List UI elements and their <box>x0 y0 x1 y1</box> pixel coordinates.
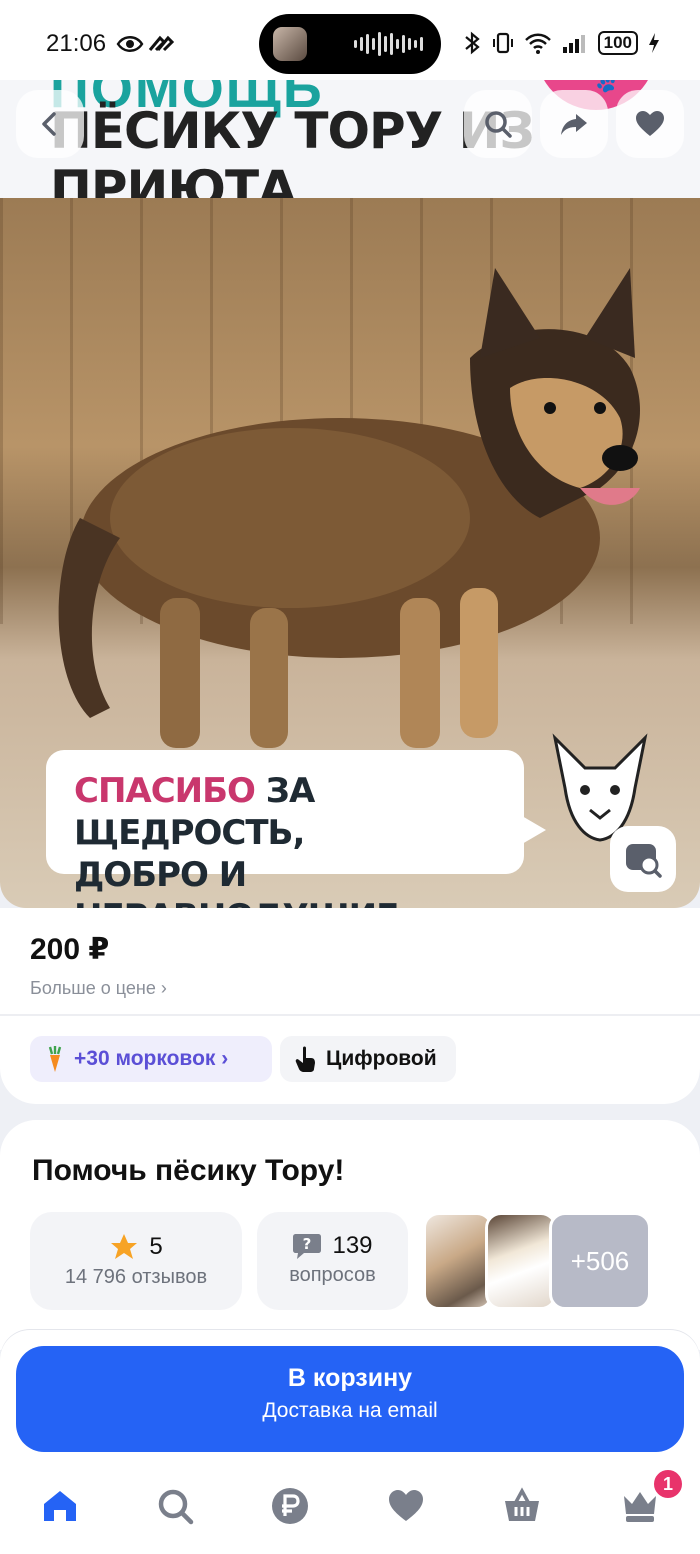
charging-icon <box>649 33 659 53</box>
price-value: 200 ₽ <box>30 933 110 966</box>
touch-icon <box>295 1046 315 1072</box>
review-photo-thumb[interactable] <box>423 1212 493 1310</box>
status-left-icons <box>116 32 176 62</box>
digital-chip[interactable]: Цифровой <box>280 1036 456 1082</box>
signal-icon <box>562 35 585 53</box>
search-button[interactable] <box>464 90 532 158</box>
carrot-icon <box>48 1046 62 1072</box>
bottom-nav: 1 <box>0 1460 700 1554</box>
eye-icon <box>116 35 175 52</box>
digital-label: Цифровой <box>326 1047 437 1070</box>
nav-search[interactable] <box>153 1484 197 1528</box>
heart-icon <box>389 1490 423 1521</box>
product-photo[interactable]: СПАСИБО ЗА ЩЕДРОСТЬ, ДОБРО И НЕРАВНОДУШИ… <box>0 198 700 908</box>
delivery-label: Доставка на email <box>262 1399 438 1422</box>
dynamic-island <box>259 14 441 74</box>
carrot-bonus-label: +30 морковок › <box>74 1047 229 1070</box>
favorite-button[interactable] <box>616 90 684 158</box>
share-button[interactable] <box>540 90 608 158</box>
questions-label: вопросов <box>289 1264 376 1286</box>
battery-level: 100 <box>597 31 638 55</box>
search-icon <box>485 111 512 138</box>
nav-payments[interactable] <box>268 1484 312 1528</box>
rating-value: 5 <box>149 1233 163 1260</box>
home-icon <box>44 1491 76 1521</box>
add-to-cart-label: В корзину <box>287 1364 413 1392</box>
bluetooth-icon <box>464 31 480 55</box>
star-icon <box>111 1234 138 1259</box>
questions-block[interactable]: ? 139 вопросов <box>257 1212 408 1310</box>
audio-wave-icon <box>354 32 423 56</box>
dog-illustration <box>58 268 640 748</box>
status-time: 21:06 <box>46 30 107 57</box>
status-bar: 21:06 100 <box>0 0 700 80</box>
image-search-button[interactable] <box>610 826 676 892</box>
nav-home[interactable] <box>38 1484 82 1528</box>
basket-icon <box>505 1487 539 1521</box>
photo-caption: СПАСИБО ЗА ЩЕДРОСТЬ, ДОБРО И НЕРАВНОДУШИ… <box>46 750 546 908</box>
ruble-icon <box>272 1488 308 1524</box>
heart-icon <box>636 111 664 136</box>
status-right-icons: 100 <box>462 31 660 55</box>
add-to-cart-button[interactable]: В корзину Доставка на email <box>16 1346 684 1452</box>
profile-notification-badge: 1 <box>652 1468 684 1500</box>
rating-block[interactable]: 5 14 796 отзывов <box>30 1212 242 1310</box>
wifi-icon <box>524 33 551 54</box>
nav-favorites[interactable] <box>384 1484 428 1528</box>
vibrate-icon <box>492 32 513 54</box>
nav-cart[interactable] <box>500 1484 544 1528</box>
search-icon <box>158 1489 194 1525</box>
image-search-icon <box>626 844 662 878</box>
avatar <box>273 27 307 61</box>
svg-text:?: ? <box>303 1235 312 1253</box>
price-more-link[interactable]: Больше о цене › <box>30 978 167 999</box>
share-icon <box>561 114 587 135</box>
product-title: Помочь пёсику Тору! <box>32 1154 345 1187</box>
questions-count: 139 <box>332 1232 373 1259</box>
review-photo-thumb[interactable] <box>485 1212 557 1310</box>
back-button[interactable] <box>16 90 84 158</box>
cart-bar: В корзину Доставка на email <box>0 1330 700 1460</box>
carrot-bonus-chip[interactable]: +30 морковок › <box>30 1036 272 1082</box>
question-bubble-icon: ? <box>293 1234 322 1259</box>
chevron-left-icon <box>42 112 56 136</box>
more-photos-button[interactable]: +506 <box>549 1212 651 1310</box>
caption-line2: ДОБРО И НЕРАВНОДУШИЕ <box>74 855 399 908</box>
divider <box>0 1014 700 1016</box>
reviews-count: 14 796 отзывов <box>64 1266 208 1288</box>
price-card: 200 ₽ Больше о цене › +30 морковок › Циф… <box>0 908 700 1104</box>
caption-highlight: СПАСИБО <box>74 771 256 811</box>
product-info-card: Помочь пёсику Тору! 5 14 796 отзывов ? 1… <box>0 1120 700 1350</box>
